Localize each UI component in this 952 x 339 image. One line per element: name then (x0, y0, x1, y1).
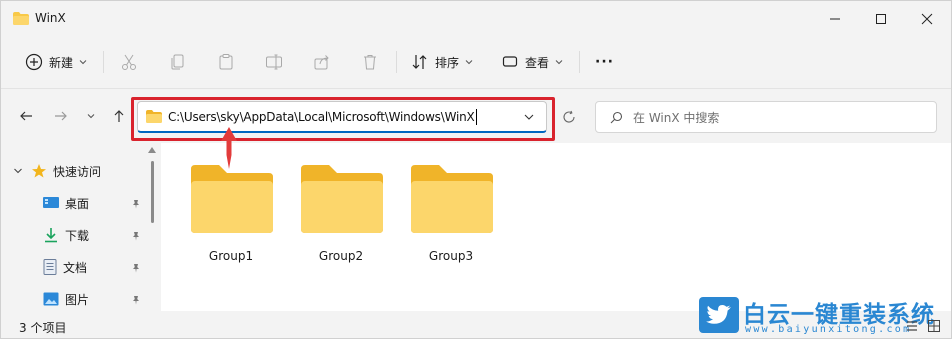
cut-button[interactable] (120, 47, 138, 77)
folder-name: Group2 (318, 249, 364, 263)
sort-label: 排序 (435, 55, 460, 70)
address-highlight-box (131, 97, 555, 141)
title-bar: WinX (1, 1, 951, 37)
explorer-window: WinX 新建 排序 查看 ··· C:\Users\sky\AppData\L… (0, 0, 952, 339)
separator (579, 51, 580, 73)
folder-name: Group1 (208, 249, 254, 263)
details-view-icon[interactable] (905, 319, 919, 333)
share-button[interactable] (313, 47, 331, 77)
pin-icon[interactable] (131, 295, 141, 305)
picture-icon (43, 292, 59, 306)
pin-icon[interactable] (131, 199, 141, 209)
search-placeholder: 在 WinX 中搜索 (633, 110, 720, 125)
download-icon (45, 228, 57, 243)
sidebar-item-documents[interactable]: 文档 (43, 253, 87, 281)
chevron-down-icon (87, 114, 95, 119)
sidebar-scrollbar[interactable] (151, 161, 154, 223)
brand-url: www.baiyunxitong.com (745, 324, 912, 335)
folder-item[interactable]: Group2 (291, 161, 391, 271)
paste-button[interactable] (217, 47, 235, 77)
sidebar-item-label: 桌面 (65, 196, 90, 211)
arrow-right-icon (55, 111, 67, 121)
search-icon (610, 111, 623, 123)
back-button[interactable] (16, 106, 36, 126)
view-icon (502, 56, 518, 67)
folder-item[interactable]: Group3 (401, 161, 501, 271)
sidebar-item-desktop[interactable]: 桌面 (43, 189, 89, 217)
sort-button[interactable]: 排序 (411, 47, 473, 77)
folder-icon (13, 12, 29, 25)
folder-icon (191, 165, 273, 233)
chevron-down-icon (79, 60, 87, 65)
copy-button[interactable] (169, 47, 187, 77)
window-title: WinX (35, 11, 66, 25)
separator (103, 51, 104, 73)
new-label: 新建 (49, 55, 74, 70)
sidebar-item-downloads[interactable]: 下载 (43, 221, 89, 249)
document-icon (43, 259, 57, 275)
delete-button[interactable] (361, 47, 379, 77)
sidebar-item-label: 快速访问 (53, 164, 102, 179)
forward-button[interactable] (51, 106, 71, 126)
minimize-icon (830, 18, 840, 20)
up-button[interactable] (109, 106, 129, 126)
refresh-icon (563, 110, 575, 123)
arrow-left-icon (20, 111, 32, 121)
view-button[interactable]: 查看 (501, 47, 563, 77)
close-icon (921, 13, 933, 25)
annotation-arrow-icon (221, 127, 237, 169)
minimize-button[interactable] (812, 1, 858, 37)
rename-button[interactable] (265, 47, 283, 77)
sidebar-item-label: 下载 (65, 228, 90, 243)
search-box[interactable]: 在 WinX 中搜索 (595, 101, 937, 133)
close-button[interactable] (904, 1, 950, 37)
folder-item[interactable]: Group1 (181, 161, 281, 271)
folder-icon (411, 165, 493, 233)
folder-name: Group3 (428, 249, 474, 263)
view-mode-switcher (905, 319, 945, 333)
maximize-icon (876, 14, 886, 24)
bird-logo-icon (699, 297, 739, 333)
trash-icon (364, 55, 376, 70)
clipboard-icon (219, 54, 233, 70)
separator (396, 51, 397, 73)
scissors-icon (122, 54, 136, 70)
pin-icon[interactable] (131, 231, 141, 241)
add-icon (25, 53, 43, 71)
navigation-pane: 快速访问 桌面 下载 文档 图片 (1, 143, 146, 311)
sort-icon (412, 55, 427, 69)
share-icon (314, 55, 329, 70)
sidebar-item-quick-access[interactable]: 快速访问 (13, 157, 101, 185)
new-button[interactable]: 新建 (25, 47, 87, 77)
star-icon (32, 164, 46, 178)
sidebar-item-pictures[interactable]: 图片 (43, 285, 89, 313)
item-count: 3 个项目 (19, 321, 67, 335)
rename-icon (266, 54, 282, 70)
more-button[interactable]: ··· (595, 47, 614, 77)
copy-icon (171, 54, 184, 70)
view-label: 查看 (525, 55, 550, 70)
tiles-view-icon[interactable] (927, 319, 941, 333)
scroll-up-arrow-icon[interactable] (148, 147, 156, 153)
command-bar: 新建 排序 查看 ··· (1, 37, 951, 87)
pin-icon[interactable] (131, 263, 141, 273)
folder-icon (301, 165, 383, 233)
refresh-button[interactable] (557, 105, 581, 129)
chevron-down-icon (465, 60, 473, 65)
file-list: Group1 Group2 Group3 (161, 143, 951, 311)
sidebar-item-label: 图片 (65, 292, 90, 307)
more-label: ··· (595, 54, 614, 70)
recent-locations-button[interactable] (81, 106, 101, 126)
arrow-up-icon (114, 110, 124, 122)
chevron-down-icon (555, 60, 563, 65)
chevron-down-icon (14, 168, 22, 174)
desktop-icon (43, 197, 59, 208)
sidebar-item-label: 文档 (63, 260, 88, 275)
maximize-button[interactable] (858, 1, 904, 37)
